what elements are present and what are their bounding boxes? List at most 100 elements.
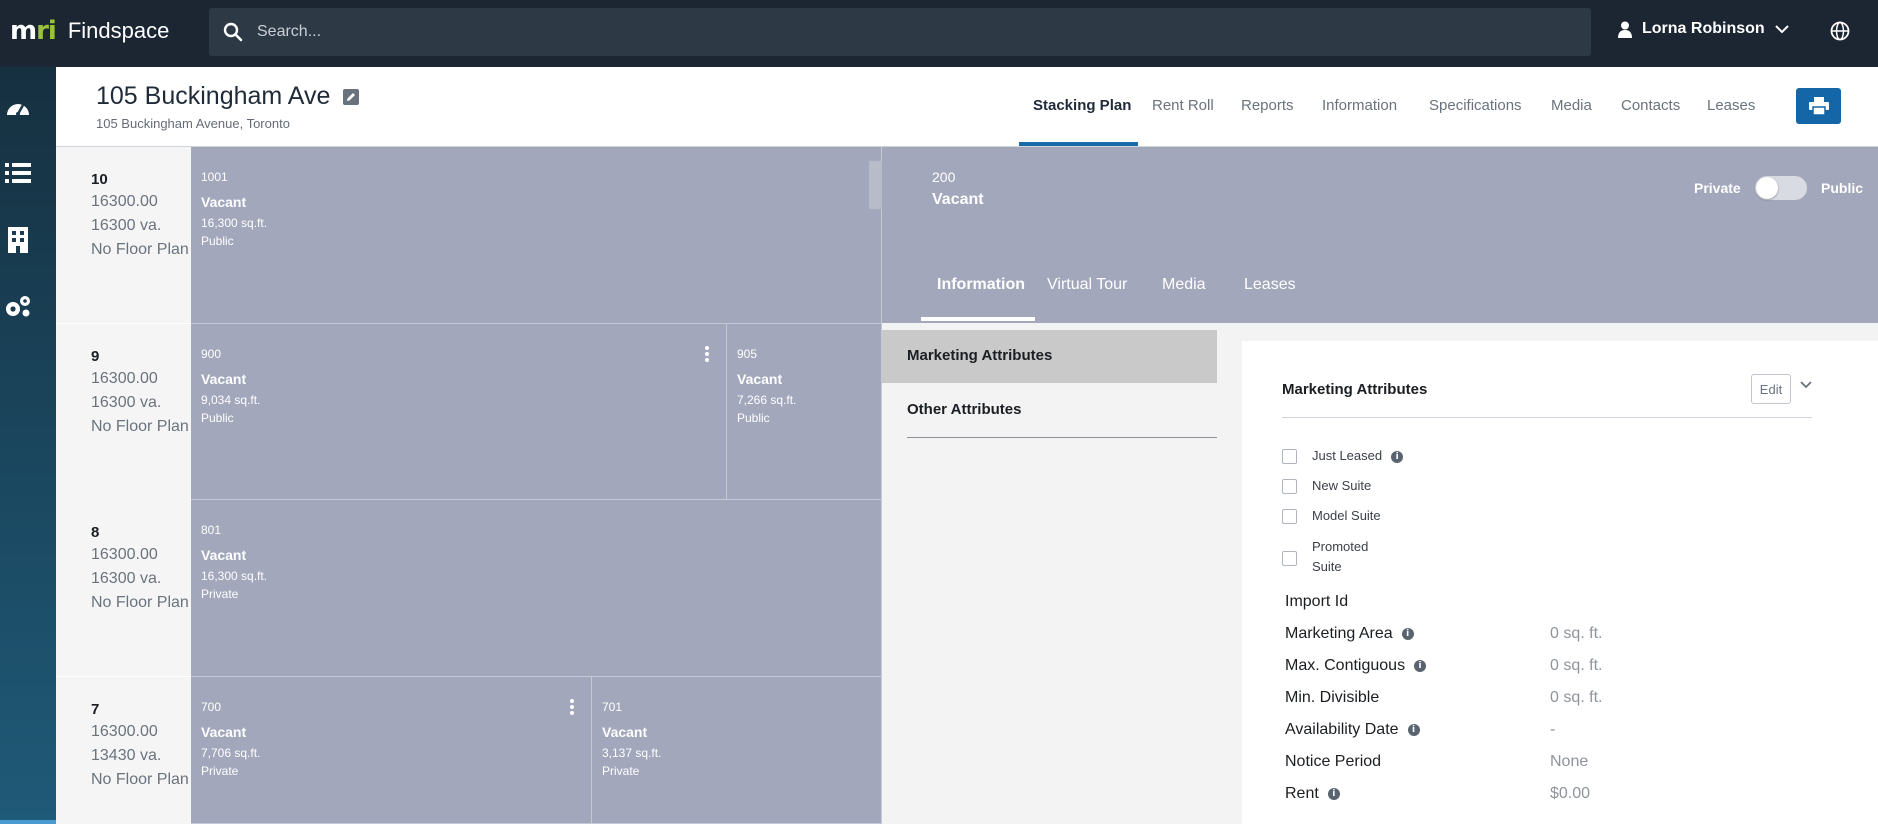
chevron-down-icon[interactable] <box>1800 381 1812 389</box>
suite-status: Vacant <box>737 371 783 387</box>
field-label: Import Id <box>1285 593 1349 610</box>
mri-logo: mri <box>10 16 57 46</box>
search-input[interactable] <box>257 23 1557 41</box>
field-value: 0 sq. ft. <box>1550 689 1603 706</box>
edit-button[interactable]: Edit <box>1751 374 1791 404</box>
globe-icon[interactable] <box>1830 21 1850 41</box>
floor-area: 16300.00 <box>91 193 158 210</box>
suite-area: 3,137 sq.ft. <box>602 746 662 760</box>
settings-icon[interactable] <box>3 292 33 322</box>
suite-status: Vacant <box>932 191 984 208</box>
toggle-knob <box>1756 177 1778 199</box>
side-nav-label: Other Attributes <box>907 401 1022 418</box>
checkbox[interactable] <box>1282 509 1297 524</box>
tab-reports[interactable]: Reports <box>1241 97 1294 114</box>
info-icon[interactable]: i <box>1327 788 1340 800</box>
field-label: Availability Date <box>1285 721 1399 738</box>
visibility-toggle[interactable] <box>1755 176 1807 200</box>
tab-contacts[interactable]: Contacts <box>1621 97 1680 114</box>
suite-status: Vacant <box>602 724 648 740</box>
field-value: - <box>1550 721 1556 738</box>
building-icon[interactable] <box>3 225 33 255</box>
suite-block[interactable]: 1001 Vacant 16,300 sq.ft. Public <box>191 147 882 324</box>
print-icon <box>1808 97 1829 115</box>
card-title: Marketing Attributes <box>1282 381 1428 398</box>
user-menu[interactable]: Lorna Robinson <box>1618 20 1789 38</box>
more-vertical-icon[interactable] <box>562 697 582 717</box>
tab-stacking-plan[interactable]: Stacking Plan <box>1033 97 1131 114</box>
suite-area: 7,266 sq.ft. <box>737 393 797 407</box>
app-name: Findspace <box>67 18 170 43</box>
checkbox-new-suite[interactable]: New Suite <box>1282 478 1371 495</box>
floor-area: 16300.00 <box>91 723 158 740</box>
info-icon[interactable]: i <box>1401 628 1414 640</box>
side-nav-label: Marketing Attributes <box>907 347 1053 364</box>
suite-id: 1001 <box>201 170 228 184</box>
property-header: 105 Buckingham Ave 105 Buckingham Avenue… <box>56 67 1878 147</box>
tab-media[interactable]: Media <box>1551 97 1592 114</box>
suite-visibility: Private <box>201 764 239 778</box>
list-icon[interactable] <box>3 158 33 188</box>
more-vertical-icon[interactable] <box>697 344 717 364</box>
suite-id: 701 <box>602 700 623 714</box>
detail-tab-virtual-tour[interactable]: Virtual Tour <box>1047 276 1127 294</box>
side-nav-marketing-attributes[interactable]: Marketing Attributes <box>882 330 1217 383</box>
suite-visibility: Public <box>201 411 234 425</box>
suite-visibility: Public <box>201 234 234 248</box>
floor-plan-status: No Floor Plan <box>91 241 189 258</box>
tab-rent-roll[interactable]: Rent Roll <box>1152 97 1214 114</box>
floor-area: 16300.00 <box>91 370 158 387</box>
floor-label: 8 16300.00 16300 va. No Floor Plan <box>56 500 191 676</box>
public-label: Public <box>1821 180 1864 196</box>
suite-block[interactable]: 905 Vacant 7,266 sq.ft. Public <box>727 324 882 500</box>
suite-status: Vacant <box>201 194 247 210</box>
floor-plan-status: No Floor Plan <box>91 418 189 435</box>
top-bar: mri Findspace Lorna Robinson <box>0 0 1878 67</box>
suite-block[interactable]: 900 Vacant 9,034 sq.ft. Public <box>191 324 727 500</box>
checkbox[interactable] <box>1282 449 1297 464</box>
search-bar[interactable] <box>209 8 1591 56</box>
suite-visibility: Private <box>201 587 239 601</box>
user-icon <box>1618 21 1632 38</box>
info-icon[interactable]: i <box>1391 450 1404 463</box>
checkbox-promoted-suite[interactable]: Promoted Suite <box>1282 539 1384 577</box>
detail-tab-media[interactable]: Media <box>1162 276 1206 294</box>
field-label: Min. Divisible <box>1285 689 1380 706</box>
field-value: 0 sq. ft. <box>1550 625 1603 642</box>
suite-block[interactable]: 801 Vacant 16,300 sq.ft. Private <box>191 500 882 677</box>
suite-block[interactable]: 700 Vacant 7,706 sq.ft. Private <box>191 677 592 824</box>
edit-icon[interactable] <box>342 88 360 106</box>
checkbox[interactable] <box>1282 551 1297 566</box>
active-tab-indicator <box>1019 142 1138 146</box>
field-value: $0.00 <box>1550 785 1591 802</box>
floor-label: 10 16300.00 16300 va. No Floor Plan <box>56 147 191 323</box>
field-label: Rent <box>1285 785 1319 802</box>
detail-tab-information[interactable]: Information <box>937 276 1025 294</box>
suite-visibility: Public <box>737 411 770 425</box>
print-button[interactable] <box>1796 88 1841 124</box>
info-icon[interactable]: i <box>1414 660 1427 672</box>
stacking-plan: 10 16300.00 16300 va. No Floor Plan 1001… <box>56 147 907 824</box>
checkbox-label: Promoted Suite <box>1312 539 1369 574</box>
tab-leases[interactable]: Leases <box>1707 97 1755 114</box>
detail-tab-leases[interactable]: Leases <box>1244 276 1296 294</box>
floor-number: 8 <box>91 524 100 541</box>
floor-area: 16300.00 <box>91 546 158 563</box>
checkbox-model-suite[interactable]: Model Suite <box>1282 508 1381 525</box>
suite-area: 16,300 sq.ft. <box>201 569 268 583</box>
dashboard-icon[interactable] <box>3 92 33 122</box>
side-nav-other-attributes[interactable]: Other Attributes <box>882 384 1217 437</box>
checkbox[interactable] <box>1282 479 1297 494</box>
suite-area: 16,300 sq.ft. <box>201 216 268 230</box>
tab-information[interactable]: Information <box>1322 97 1397 114</box>
suite-status: Vacant <box>201 371 247 387</box>
field-label: Notice Period <box>1285 753 1382 770</box>
rail-active-indicator <box>0 820 64 824</box>
suite-status: Vacant <box>201 547 247 563</box>
app-logo[interactable]: mri Findspace <box>10 16 169 46</box>
checkbox-just-leased[interactable]: Just Leased i <box>1282 448 1404 465</box>
info-icon[interactable]: i <box>1407 724 1420 736</box>
tab-specifications[interactable]: Specifications <box>1429 97 1522 114</box>
suite-id: 801 <box>201 523 222 537</box>
suite-block[interactable]: 701 Vacant 3,137 sq.ft. Private <box>592 677 882 824</box>
